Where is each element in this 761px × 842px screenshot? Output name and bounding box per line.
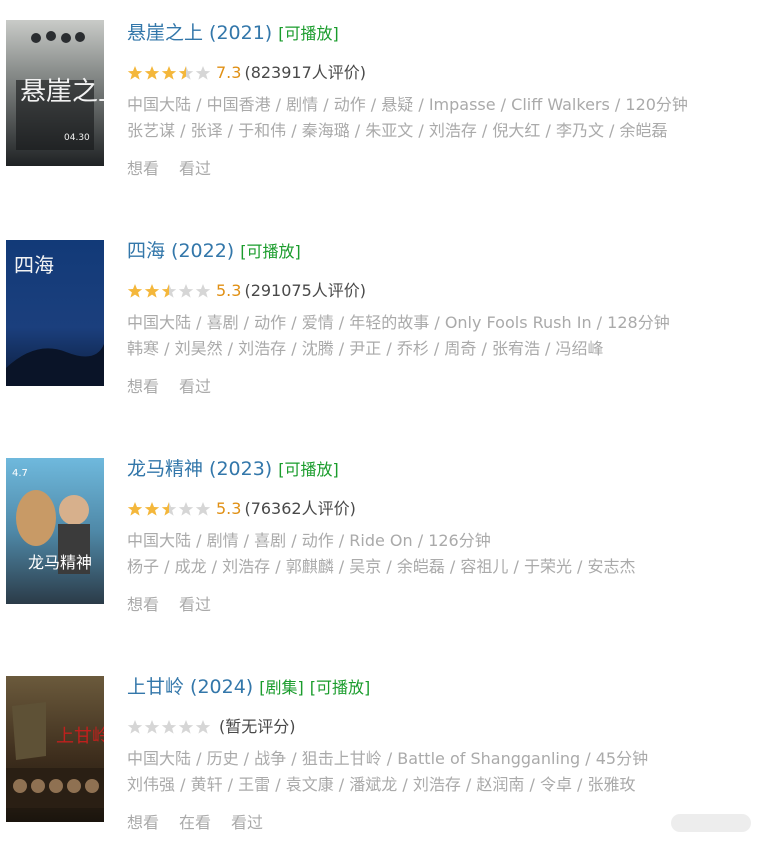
playable-tag[interactable]: [可播放] (240, 242, 301, 261)
rating-score: 5.3 (216, 281, 242, 300)
poster-date-text: 04.30 (64, 133, 90, 143)
movie-meta-line: 中国大陆 / 中国香港 / 剧情 / 动作 / 悬疑 / Impasse / C… (127, 95, 688, 114)
watermark-icon (671, 814, 751, 832)
star-icon (144, 66, 160, 80)
playable-tag[interactable]: [可播放] (278, 24, 339, 43)
movie-title-link[interactable]: 龙马精神 (2023) (127, 458, 272, 480)
rating-stars (127, 501, 212, 517)
poster-date-text: 4.7 (12, 468, 28, 479)
movie-cast-line: 刘伟强 / 黄轩 / 王雷 / 袁文康 / 潘斌龙 / 刘浩存 / 赵润南 / … (127, 775, 636, 794)
star-icon (144, 502, 160, 516)
watched-button[interactable]: 看过 (179, 377, 211, 396)
rating-stars (127, 283, 212, 299)
star-icon (178, 284, 194, 298)
star-icon (161, 284, 177, 298)
movie-cast-line: 杨子 / 成龙 / 刘浩存 / 郭麒麟 / 吴京 / 余皑磊 / 容祖儿 / 于… (127, 557, 636, 576)
rating-count: (暂无评分) (219, 717, 296, 736)
watched-button[interactable]: 看过 (179, 159, 211, 178)
star-icon (127, 284, 143, 298)
star-icon (161, 66, 177, 80)
movie-poster[interactable]: 四海 (6, 240, 104, 386)
movie-title-link[interactable]: 四海 (2022) (127, 240, 234, 262)
want-to-watch-button[interactable]: 想看 (127, 159, 159, 178)
want-to-watch-button[interactable]: 想看 (127, 377, 159, 396)
want-to-watch-button[interactable]: 想看 (127, 595, 159, 614)
rating-count[interactable]: (291075人评价) (244, 280, 366, 302)
poster-title-text: 四海 (14, 253, 54, 277)
star-icon (178, 502, 194, 516)
movie-cast-line: 韩寒 / 刘昊然 / 刘浩存 / 沈腾 / 尹正 / 乔杉 / 周奇 / 张宥浩… (127, 339, 604, 358)
poster-title-text: 龙马精神 (28, 553, 92, 572)
watching-button[interactable]: 在看 (179, 813, 211, 832)
star-icon (127, 502, 143, 516)
playable-tag[interactable]: [可播放] (310, 678, 371, 697)
movie-title-link[interactable]: 上甘岭 (2024) (127, 676, 253, 698)
rating-count[interactable]: (823917人评价) (244, 62, 366, 84)
series-tag[interactable]: [剧集] (259, 678, 304, 697)
star-icon (178, 66, 194, 80)
watched-button[interactable]: 看过 (231, 813, 263, 832)
star-icon (144, 720, 160, 734)
movie-poster[interactable]: 4.7 龙马精神 (6, 458, 104, 604)
poster-title-text: 上甘岭 (56, 726, 104, 747)
star-icon (161, 502, 177, 516)
star-icon (195, 720, 211, 734)
star-icon (161, 720, 177, 734)
star-icon (127, 720, 143, 734)
rating-count[interactable]: (76362人评价) (244, 498, 355, 520)
movie-cast-line: 张艺谋 / 张译 / 于和伟 / 秦海璐 / 朱亚文 / 刘浩存 / 倪大红 /… (127, 121, 668, 140)
poster-title-text: 悬崖之上 (20, 77, 104, 107)
rating-score: 7.3 (216, 63, 242, 82)
movie-meta-line: 中国大陆 / 剧情 / 喜剧 / 动作 / Ride On / 126分钟 (127, 531, 491, 550)
watched-button[interactable]: 看过 (179, 595, 211, 614)
movie-meta-line: 中国大陆 / 历史 / 战争 / 狙击上甘岭 / Battle of Shang… (127, 749, 649, 768)
movie-poster[interactable]: 悬崖之上 04.30 (6, 20, 104, 166)
star-icon (195, 502, 211, 516)
star-icon (127, 66, 143, 80)
rating-stars (127, 65, 212, 81)
want-to-watch-button[interactable]: 想看 (127, 813, 159, 832)
star-icon (178, 720, 194, 734)
movie-title-link[interactable]: 悬崖之上 (2021) (127, 22, 272, 44)
star-icon (195, 66, 211, 80)
rating-stars (127, 719, 212, 735)
rating-score: 5.3 (216, 499, 242, 518)
movie-meta-line: 中国大陆 / 喜剧 / 动作 / 爱情 / 年轻的故事 / Only Fools… (127, 313, 670, 332)
star-icon (195, 284, 211, 298)
playable-tag[interactable]: [可播放] (278, 460, 339, 479)
star-icon (144, 284, 160, 298)
movie-poster[interactable]: 上甘岭 (6, 676, 104, 822)
